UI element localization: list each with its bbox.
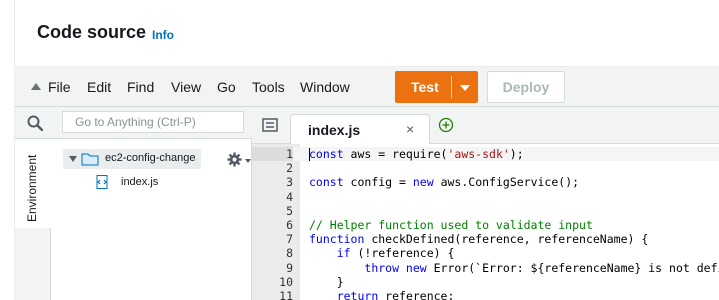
menu-window[interactable]: Window bbox=[300, 79, 350, 95]
collapse-up-icon[interactable] bbox=[31, 83, 41, 90]
test-dropdown-caret-icon[interactable] bbox=[460, 85, 470, 91]
menu-tools[interactable]: Tools bbox=[252, 79, 285, 95]
line-code: const config = new aws.ConfigService(); bbox=[309, 175, 579, 189]
file-label: index.js bbox=[121, 176, 159, 188]
line-code: return reference; bbox=[309, 289, 455, 300]
go-to-anything-input[interactable] bbox=[62, 111, 244, 133]
code-token: (!reference) { bbox=[350, 246, 455, 261]
code-line[interactable]: 10 } bbox=[252, 275, 719, 289]
menu-go[interactable]: Go bbox=[217, 79, 236, 95]
js-file-icon bbox=[96, 175, 108, 189]
menu-edit[interactable]: Edit bbox=[87, 79, 111, 95]
tab-label: index.js bbox=[308, 122, 361, 138]
code-token: const bbox=[309, 147, 344, 161]
line-code: function checkDefined(reference, referen… bbox=[309, 232, 648, 246]
code-token: // Helper function used to validate inpu… bbox=[309, 218, 593, 232]
code-line[interactable]: 7 function checkDefined(reference, refere… bbox=[252, 232, 719, 246]
line-code: const aws = require('aws-sdk'); bbox=[309, 147, 524, 161]
test-button[interactable]: Test bbox=[395, 71, 478, 103]
code-token: 'aws-sdk' bbox=[447, 147, 510, 161]
line-number: 3 bbox=[286, 175, 293, 190]
gear-icon[interactable] bbox=[227, 152, 242, 167]
gear-dropdown-caret-icon[interactable] bbox=[245, 159, 251, 163]
line-number: 4 bbox=[286, 189, 293, 204]
code-token: aws.ConfigService(); bbox=[433, 175, 580, 190]
code-line[interactable]: 2 bbox=[252, 161, 719, 175]
tab-list-icon[interactable] bbox=[262, 118, 278, 132]
add-tab-icon[interactable] bbox=[438, 117, 454, 133]
test-button-label: Test bbox=[411, 79, 439, 95]
line-number: 5 bbox=[286, 203, 293, 218]
line-number: 6 bbox=[286, 218, 293, 232]
code-token: return bbox=[336, 289, 379, 300]
code-token: checkDefined(reference, referenceName) { bbox=[364, 232, 649, 247]
tree-file-index-js[interactable]: index.js bbox=[95, 174, 195, 192]
line-number: 9 bbox=[286, 260, 293, 275]
close-icon[interactable]: × bbox=[406, 121, 414, 137]
code-token: ); bbox=[509, 147, 524, 161]
ide-menubar: File Edit Find View Go Tools Window Test… bbox=[14, 67, 719, 107]
code-line[interactable]: 4 bbox=[252, 190, 719, 204]
code-line[interactable]: 5 bbox=[252, 204, 719, 218]
page-title: Code source bbox=[37, 22, 147, 42]
code-line[interactable]: 9 throw new Error(`Error: ${referenceNam… bbox=[252, 261, 719, 275]
folder-label: ec2-config-change bbox=[105, 152, 196, 164]
environment-label: Environment bbox=[25, 154, 39, 222]
chevron-down-icon[interactable] bbox=[69, 156, 77, 162]
environment-strip: Environment bbox=[15, 140, 51, 300]
code-token: config = bbox=[343, 175, 413, 190]
environment-tab[interactable]: Environment bbox=[15, 140, 51, 228]
code-token: throw new bbox=[364, 260, 427, 275]
code-token: } bbox=[309, 274, 344, 289]
test-button-divider bbox=[451, 76, 452, 98]
code-token: if bbox=[336, 246, 351, 261]
code-token: reference; bbox=[378, 289, 455, 300]
line-number: 2 bbox=[286, 161, 293, 176]
code-editor[interactable]: 1 const aws = require('aws-sdk'); 2 3 const … bbox=[252, 144, 719, 300]
tab-index-js[interactable]: index.js × bbox=[290, 114, 430, 145]
menu-view[interactable]: View bbox=[171, 79, 201, 95]
line-number: 1 bbox=[252, 147, 293, 161]
line-number: 10 bbox=[279, 274, 293, 289]
line-code: // Helper function used to validate inpu… bbox=[309, 218, 593, 232]
line-code: } bbox=[309, 275, 344, 289]
page-header: Code source Info bbox=[14, 0, 719, 67]
line-code: throw new Error(`Error: ${referenceName}… bbox=[309, 261, 719, 275]
search-icon[interactable] bbox=[27, 115, 43, 131]
line-number: 11 bbox=[279, 289, 293, 300]
menu-file[interactable]: File bbox=[48, 79, 71, 95]
code-line[interactable]: 11 return reference; bbox=[252, 289, 719, 300]
deploy-button[interactable]: Deploy bbox=[487, 71, 565, 103]
code-token: const bbox=[309, 175, 344, 190]
line-number: 7 bbox=[286, 232, 293, 247]
code-token: aws = require( bbox=[343, 147, 448, 161]
file-sidebar: Environment ec2-config-change index.js bbox=[14, 107, 252, 300]
tree-folder-ec2-config-change[interactable]: ec2-config-change bbox=[63, 149, 201, 169]
code-token: function bbox=[309, 232, 365, 247]
editor-tab-bar: index.js × bbox=[252, 107, 719, 145]
line-code: if (!reference) { bbox=[309, 246, 455, 261]
code-line[interactable]: 6 // Helper function used to validate inp… bbox=[252, 218, 719, 232]
menu-find[interactable]: Find bbox=[127, 79, 154, 95]
code-token: Error(`Error: ${referenceName} is not de… bbox=[433, 260, 719, 275]
info-link[interactable]: Info bbox=[152, 28, 174, 42]
line-number: 8 bbox=[286, 246, 293, 261]
search-row bbox=[15, 107, 252, 139]
folder-icon bbox=[81, 153, 99, 166]
code-line[interactable]: 8 if (!reference) { bbox=[252, 246, 719, 260]
code-line[interactable]: 3 const config = new aws.ConfigService(); bbox=[252, 175, 719, 189]
code-line[interactable]: 1 const aws = require('aws-sdk'); bbox=[252, 147, 719, 161]
code-token: new bbox=[412, 175, 434, 190]
